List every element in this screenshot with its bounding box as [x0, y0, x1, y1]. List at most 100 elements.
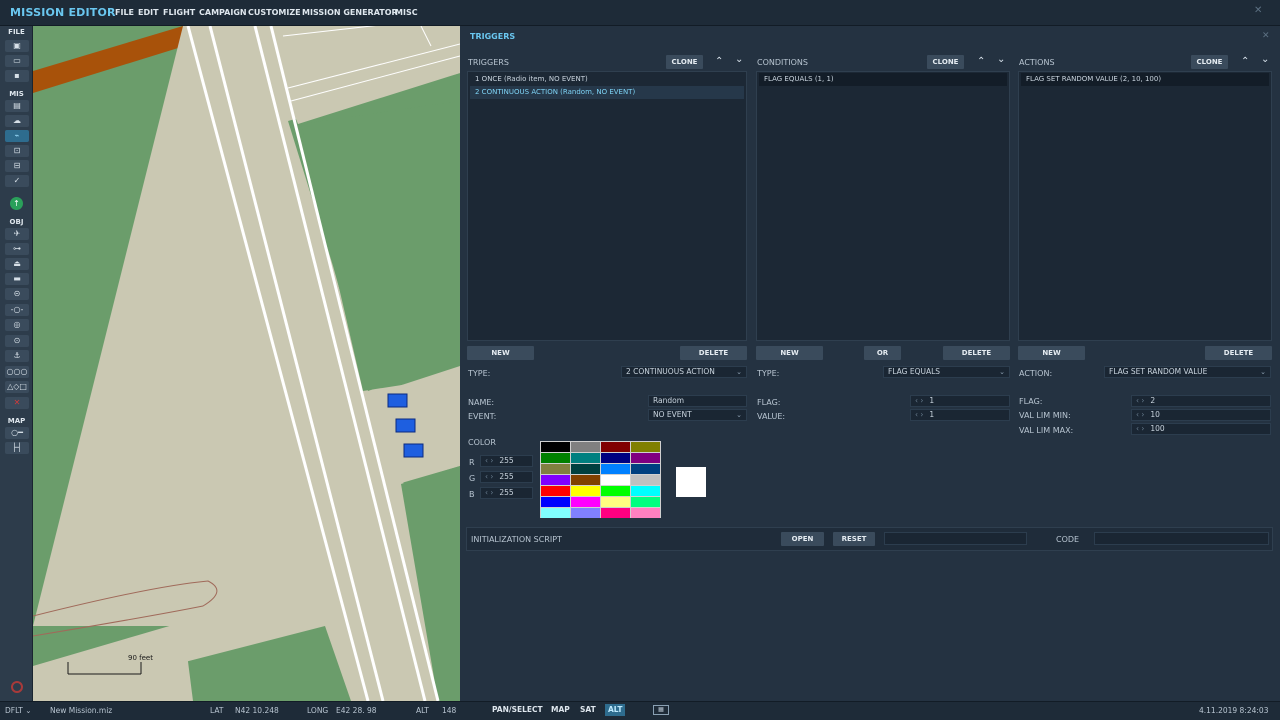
trigger-name-input[interactable]: Random	[648, 395, 747, 407]
color-palette[interactable]	[540, 441, 661, 518]
menu-file[interactable]: FILE	[115, 8, 134, 17]
action-min-spinner[interactable]: ‹ › 10	[1131, 409, 1271, 421]
conditions-delete-button[interactable]: DELETE	[943, 346, 1010, 360]
color-swatch[interactable]	[631, 475, 660, 485]
color-swatch[interactable]	[571, 475, 600, 485]
save-icon[interactable]: ▪	[5, 70, 29, 82]
trigger-list-item-selected[interactable]: 2 CONTINUOUS ACTION (Random, NO EVENT)	[470, 86, 744, 99]
menu-flight[interactable]: FLIGHT	[163, 8, 195, 17]
shapes-icon[interactable]: △◇□	[5, 381, 29, 393]
conditions-or-button[interactable]: OR	[864, 346, 901, 360]
profile-select[interactable]: DFLT ⌄	[5, 706, 32, 715]
color-swatch[interactable]	[601, 497, 630, 507]
color-swatch[interactable]	[631, 453, 660, 463]
color-swatch[interactable]	[541, 453, 570, 463]
vehicle-icon[interactable]: ▬	[5, 273, 29, 285]
triggers-move-down-icon[interactable]: ⌄	[735, 55, 743, 65]
actions-move-up-icon[interactable]: ⌃	[1241, 57, 1249, 67]
color-swatch[interactable]	[541, 464, 570, 474]
zone-icon[interactable]: ⊙	[5, 335, 29, 347]
resources-icon[interactable]: ⊟	[5, 160, 29, 172]
color-swatch[interactable]	[601, 475, 630, 485]
template-icon[interactable]: ○○○	[5, 366, 29, 378]
mode-alt[interactable]: ALT	[605, 704, 626, 716]
weather-icon[interactable]: ☁	[5, 115, 29, 127]
init-script-open-button[interactable]: OPEN	[781, 532, 824, 546]
color-swatch[interactable]	[601, 508, 630, 518]
actions-list[interactable]: FLAG SET RANDOM VALUE (2, 10, 100)	[1018, 71, 1272, 341]
action-max-spinner[interactable]: ‹ › 100	[1131, 423, 1271, 435]
trigger-type-select[interactable]: 2 CONTINUOUS ACTION ⌄	[621, 366, 747, 378]
panel-close-icon[interactable]: ✕	[1262, 31, 1270, 41]
color-swatch[interactable]	[601, 453, 630, 463]
record-icon[interactable]	[11, 681, 23, 693]
color-swatch[interactable]	[601, 464, 630, 474]
conditions-new-button[interactable]: NEW	[756, 346, 823, 360]
condition-value-spinner[interactable]: ‹ › 1	[910, 409, 1010, 421]
triggers-delete-button[interactable]: DELETE	[680, 346, 747, 360]
color-swatch[interactable]	[571, 486, 600, 496]
action-type-select[interactable]: FLAG SET RANDOM VALUE ⌄	[1104, 366, 1271, 378]
triggers-list[interactable]: 1 ONCE (Radio item, NO EVENT) 2 CONTINUO…	[467, 71, 747, 341]
triggers-new-button[interactable]: NEW	[467, 346, 534, 360]
init-script-code-field[interactable]	[1094, 532, 1269, 545]
actions-delete-button[interactable]: DELETE	[1205, 346, 1272, 360]
triggers-icon[interactable]: ⌁	[5, 130, 29, 142]
color-swatch[interactable]	[631, 508, 660, 518]
condition-flag-spinner[interactable]: ‹ › 1	[910, 395, 1010, 407]
measure-icon[interactable]: ├┤	[5, 442, 29, 454]
static-object-icon[interactable]: -○-	[5, 304, 29, 316]
condition-list-item[interactable]: FLAG EQUALS (1, 1)	[759, 73, 1007, 86]
color-swatch[interactable]	[541, 486, 570, 496]
mode-pan-select[interactable]: PAN/SELECT	[489, 704, 546, 716]
ship-icon[interactable]: ⏏	[5, 258, 29, 270]
app-close-icon[interactable]: ✕	[1254, 5, 1262, 16]
color-g-spinner[interactable]: ‹ › 255	[480, 471, 533, 483]
delete-icon[interactable]: ✕	[5, 397, 29, 409]
color-swatch[interactable]	[571, 442, 600, 452]
actions-move-down-icon[interactable]: ⌄	[1261, 55, 1269, 65]
color-swatch[interactable]	[571, 453, 600, 463]
color-swatch[interactable]	[631, 486, 660, 496]
color-swatch[interactable]	[631, 497, 660, 507]
color-r-spinner[interactable]: ‹ › 255	[480, 455, 533, 467]
color-swatch[interactable]	[601, 442, 630, 452]
init-script-file-field[interactable]	[884, 532, 1027, 545]
color-swatch[interactable]	[571, 508, 600, 518]
map-layers-icon[interactable]: ▦	[653, 705, 669, 715]
conditions-clone-button[interactable]: CLONE	[927, 55, 964, 69]
map-view[interactable]: 90 feet	[33, 26, 460, 701]
anchor-icon[interactable]: ⚓	[5, 350, 29, 362]
waypoint-icon[interactable]: ↑	[10, 197, 23, 210]
color-swatch[interactable]	[541, 475, 570, 485]
color-b-spinner[interactable]: ‹ › 255	[480, 487, 533, 499]
conditions-list[interactable]: FLAG EQUALS (1, 1)	[756, 71, 1010, 341]
actions-new-button[interactable]: NEW	[1018, 346, 1085, 360]
action-list-item[interactable]: FLAG SET RANDOM VALUE (2, 10, 100)	[1021, 73, 1269, 86]
color-swatch[interactable]	[631, 442, 660, 452]
map-canvas[interactable]	[33, 26, 460, 701]
helicopter-icon[interactable]: ⊶	[5, 243, 29, 255]
color-swatch[interactable]	[541, 508, 570, 518]
conditions-move-down-icon[interactable]: ⌄	[997, 55, 1005, 65]
color-swatch[interactable]	[571, 497, 600, 507]
menu-campaign[interactable]: CAMPAIGN	[199, 8, 247, 17]
init-script-reset-button[interactable]: RESET	[833, 532, 875, 546]
condition-type-select[interactable]: FLAG EQUALS ⌄	[883, 366, 1010, 378]
actions-clone-button[interactable]: CLONE	[1191, 55, 1228, 69]
menu-edit[interactable]: EDIT	[138, 8, 159, 17]
trigger-event-select[interactable]: NO EVENT ⌄	[648, 409, 747, 421]
airplane-icon[interactable]: ✈	[5, 228, 29, 240]
briefing-icon[interactable]: ▤	[5, 100, 29, 112]
open-folder-icon[interactable]: ▭	[5, 55, 29, 67]
color-swatch[interactable]	[601, 486, 630, 496]
target-icon[interactable]: ◎	[5, 319, 29, 331]
triggers-move-up-icon[interactable]: ⌃	[715, 57, 723, 67]
color-swatch[interactable]	[541, 442, 570, 452]
triggers-clone-button[interactable]: CLONE	[666, 55, 703, 69]
menu-customize[interactable]: CUSTOMIZE	[248, 8, 301, 17]
goals-icon[interactable]: ⊡	[5, 145, 29, 157]
menu-misc[interactable]: MISC	[395, 8, 418, 17]
color-swatch[interactable]	[541, 497, 570, 507]
ruler-key-icon[interactable]: ○━	[5, 427, 29, 439]
